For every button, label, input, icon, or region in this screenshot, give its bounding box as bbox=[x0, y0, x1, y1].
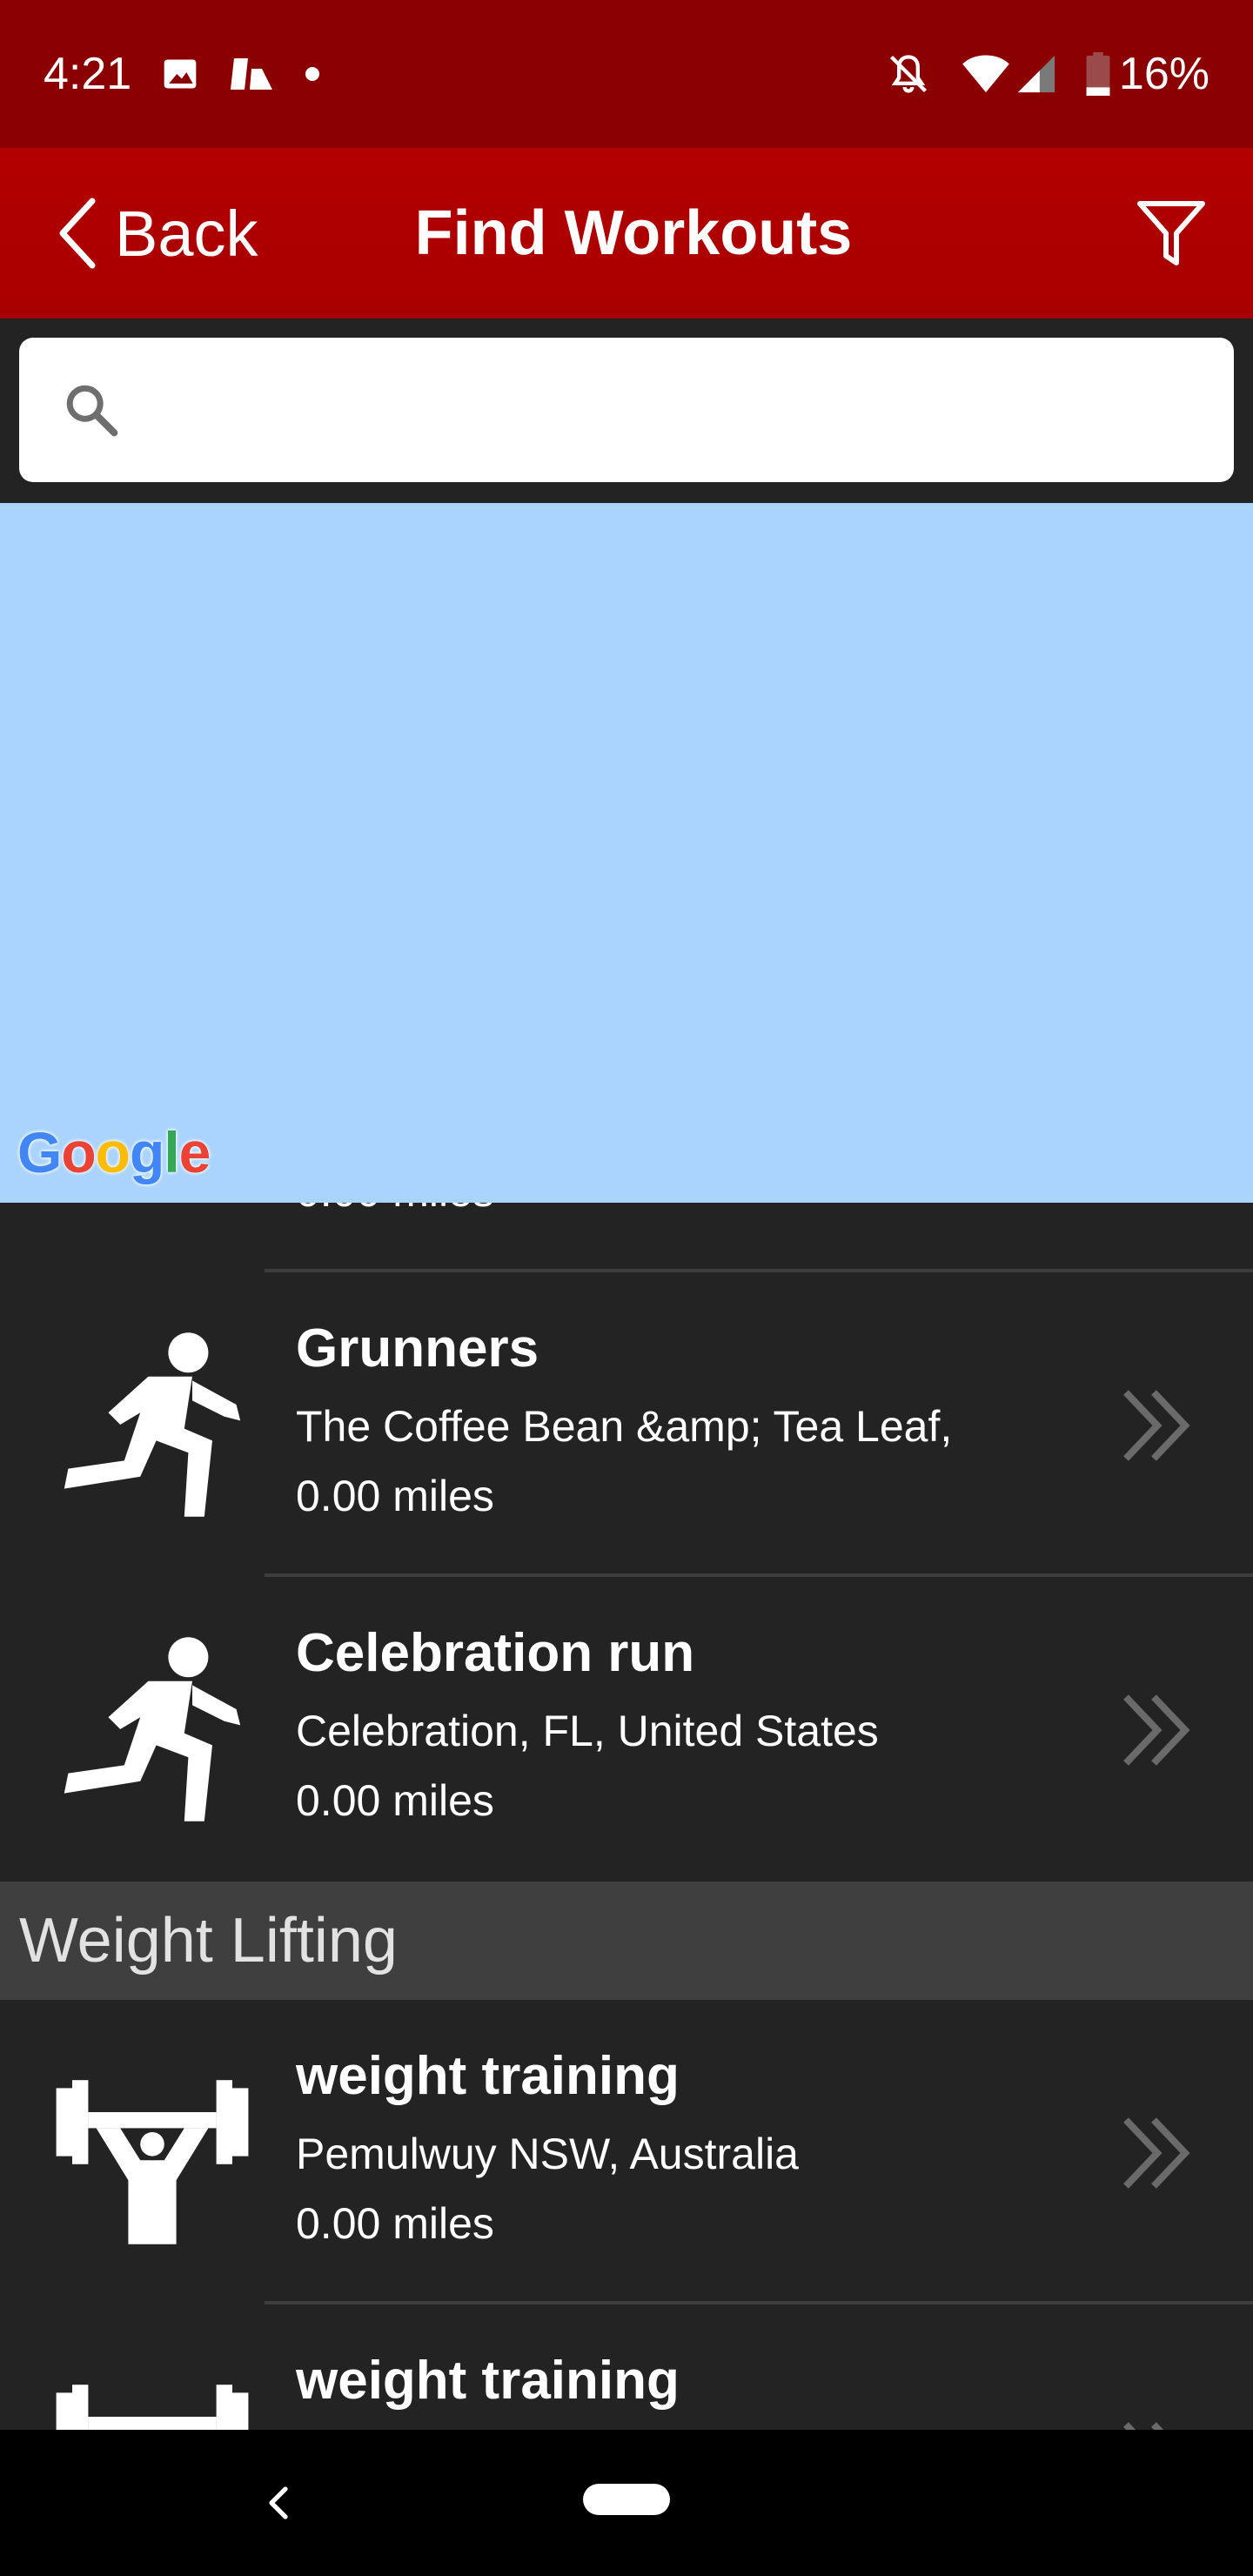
item-title: weight training bbox=[296, 2351, 680, 2411]
list-item[interactable]: weight training Pemulwuy NSW, Australia … bbox=[0, 2000, 1253, 2304]
weightlifting-icon bbox=[56, 2385, 249, 2430]
item-location: Pemulwuy NSW, Australia bbox=[296, 2130, 799, 2178]
status-left: 4:21 bbox=[44, 48, 321, 100]
running-icon bbox=[64, 1637, 241, 1821]
filter-icon[interactable] bbox=[1135, 197, 1208, 270]
section-header-weight-lifting: Weight Lifting bbox=[0, 1882, 1253, 2000]
item-title: weight training bbox=[296, 2046, 680, 2106]
app-bar: Back Find Workouts bbox=[0, 148, 1253, 319]
search-area bbox=[0, 319, 1253, 503]
running-icon bbox=[64, 1332, 241, 1517]
item-title: Grunners bbox=[296, 1318, 539, 1379]
search-icon bbox=[66, 385, 118, 437]
item-distance: 0.00 miles bbox=[296, 1776, 494, 1825]
item-distance: 0.00 miles bbox=[296, 1203, 494, 1217]
item-distance: 0.00 miles bbox=[296, 1472, 494, 1520]
search-box[interactable] bbox=[19, 338, 1234, 482]
nav-back-icon[interactable] bbox=[252, 2477, 305, 2529]
workout-list[interactable]: 0.00 miles Grunners The Coffee Bean &amp… bbox=[0, 1203, 1253, 2430]
double-chevron-right-icon bbox=[1123, 1390, 1190, 1461]
wifi-icon bbox=[962, 55, 1009, 93]
status-bar: 4:21 16% bbox=[0, 0, 1253, 148]
weightlifting-icon bbox=[56, 2080, 249, 2244]
chevron-left-icon bbox=[59, 198, 96, 269]
item-location: Celebration, FL, United States bbox=[296, 1707, 879, 1755]
map-view[interactable]: Google bbox=[0, 503, 1253, 1203]
item-location: The Coffee Bean &amp; Tea Leaf, bbox=[296, 1402, 953, 1451]
status-time: 4:21 bbox=[44, 49, 132, 99]
nav-home-pill[interactable] bbox=[583, 2484, 670, 2515]
list-item[interactable]: 0.00 miles bbox=[0, 1203, 1253, 1272]
item-title: Celebration run bbox=[296, 1623, 695, 1683]
list-item[interactable]: Celebration run Celebration, FL, United … bbox=[0, 1577, 1253, 1882]
double-chevron-right-icon bbox=[1123, 2117, 1190, 2189]
image-icon bbox=[164, 59, 197, 89]
system-nav-bar bbox=[0, 2430, 1253, 2576]
item-distance: 0.00 miles bbox=[296, 2199, 494, 2248]
google-logo: Google bbox=[17, 1120, 211, 1184]
signal-icon bbox=[1017, 55, 1055, 93]
search-input[interactable] bbox=[141, 364, 1203, 456]
double-chevron-right-icon bbox=[1123, 2422, 1164, 2430]
list-item[interactable]: Grunners The Coffee Bean &amp; Tea Leaf,… bbox=[0, 1272, 1253, 1577]
back-label: Back bbox=[115, 197, 258, 270]
list-item[interactable]: weight training bbox=[0, 2304, 1253, 2430]
double-chevron-right-icon bbox=[1123, 1694, 1190, 1766]
bell-off-icon bbox=[889, 55, 927, 93]
back-button[interactable]: Back bbox=[54, 148, 258, 319]
notification-icon bbox=[231, 58, 273, 90]
dot-icon bbox=[305, 67, 320, 81]
battery-percentage: 16% bbox=[1118, 49, 1209, 99]
status-right: 16% bbox=[886, 48, 1209, 100]
battery-icon bbox=[1086, 52, 1110, 96]
